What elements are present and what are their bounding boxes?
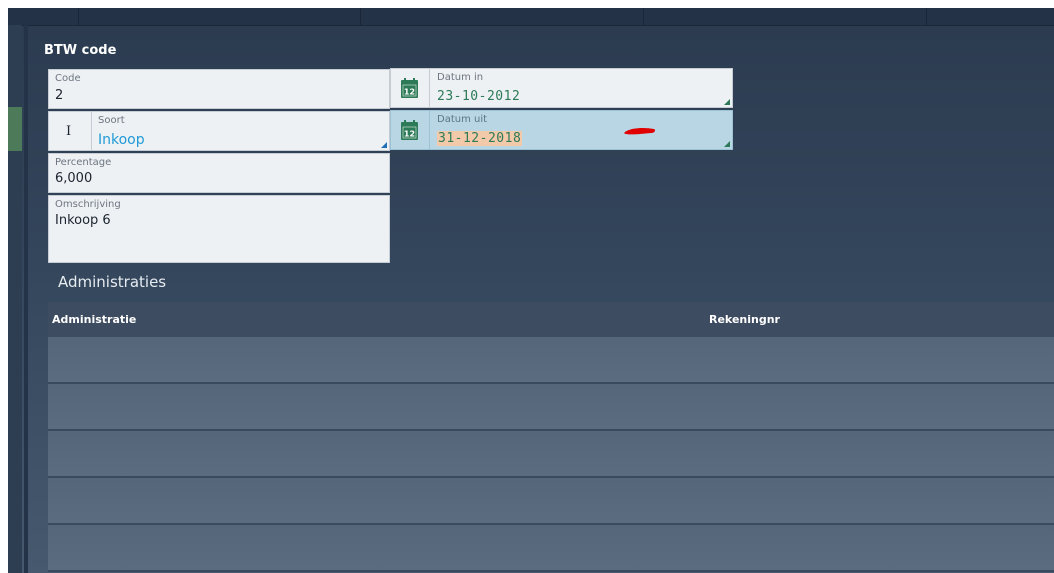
soort-dropdown-corner-icon[interactable] <box>381 142 387 148</box>
code-label: Code <box>55 73 81 84</box>
top-tab[interactable] <box>360 8 644 25</box>
soort-label: Soort <box>98 115 125 126</box>
table-row[interactable] <box>48 431 1054 478</box>
datum-in-label: Datum in <box>437 72 484 83</box>
soort-prefix-box: I <box>49 112 92 150</box>
datum-uit-dropdown-corner-icon[interactable] <box>724 141 730 147</box>
svg-text:12: 12 <box>404 88 415 97</box>
form-title: BTW code <box>44 43 117 58</box>
datum-uit-value[interactable]: 31-12-2018 <box>437 131 523 146</box>
datum-in-field[interactable]: 12 Datum in 23-10-2012 <box>390 68 733 108</box>
table-row[interactable] <box>48 478 1054 525</box>
top-tab[interactable] <box>643 8 927 25</box>
top-tab[interactable] <box>78 8 361 25</box>
datum-uit-divider <box>429 111 430 149</box>
soort-field[interactable]: I Soort Inkoop <box>48 111 390 151</box>
datum-uit-label: Datum uit <box>437 114 488 125</box>
datum-in-divider <box>429 69 430 107</box>
grid-header: Administratie Rekeningnr <box>48 302 1054 337</box>
datum-in-dropdown-corner-icon[interactable] <box>724 99 730 105</box>
left-rail-active-marker <box>8 107 22 151</box>
omschrijving-value: Inkoop 6 <box>55 213 111 228</box>
top-tab[interactable] <box>8 8 79 25</box>
svg-text:12: 12 <box>404 130 415 139</box>
left-rail <box>8 25 22 573</box>
table-row[interactable] <box>48 337 1054 384</box>
soort-prefix: I <box>66 124 72 139</box>
column-header-administratie[interactable]: Administratie <box>52 313 136 326</box>
omschrijving-field[interactable]: Omschrijving Inkoop 6 <box>48 195 390 263</box>
percentage-value: 6,000 <box>55 171 93 186</box>
administraties-grid: Administratie Rekeningnr <box>48 302 1054 573</box>
app-window: BTW code Code 2 I Soort Inkoop Percentag… <box>8 8 1054 573</box>
omschrijving-label: Omschrijving <box>55 199 121 210</box>
column-header-rekeningnr[interactable]: Rekeningnr <box>709 313 780 326</box>
panel-divider <box>24 25 28 573</box>
datum-uit-field[interactable]: 12 Datum uit 31-12-2018 <box>390 110 733 150</box>
percentage-field[interactable]: Percentage 6,000 <box>48 153 390 193</box>
soort-value: Inkoop <box>98 132 145 148</box>
datum-in-value: 23-10-2012 <box>437 89 521 104</box>
percentage-label: Percentage <box>55 157 112 168</box>
code-value: 2 <box>55 88 64 103</box>
code-field[interactable]: Code 2 <box>48 69 390 109</box>
red-annotation-mark <box>624 128 655 135</box>
table-row[interactable] <box>48 525 1054 572</box>
calendar-icon[interactable]: 12 <box>401 120 418 140</box>
administraties-title: Administraties <box>58 273 167 291</box>
top-tab-strip <box>8 8 1054 26</box>
calendar-icon[interactable]: 12 <box>401 78 418 98</box>
table-row[interactable] <box>48 384 1054 431</box>
